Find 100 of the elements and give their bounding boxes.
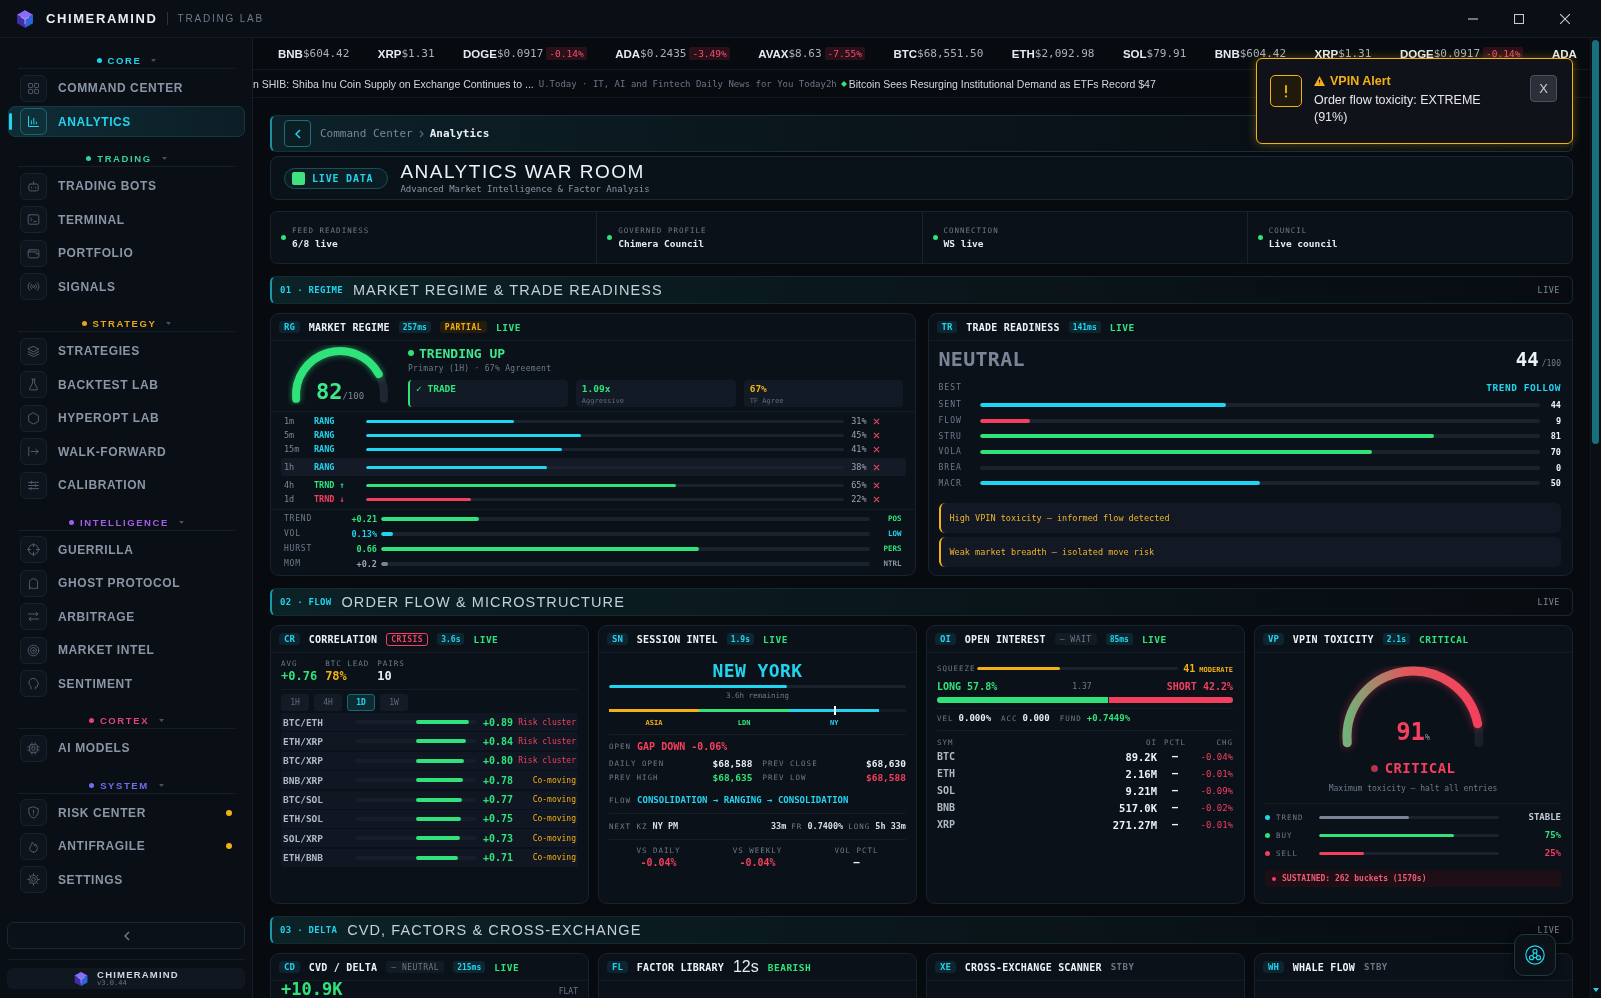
table-cell-text: 9.21M bbox=[1124, 784, 1157, 797]
card-code-badge: SN bbox=[607, 633, 628, 645]
nav-section-label: INTELLIGENCE bbox=[80, 516, 169, 528]
timeframe-row[interactable]: 15m RANG 41% bbox=[281, 442, 906, 456]
table-cell-text: ETH bbox=[937, 768, 957, 779]
dismiss-button[interactable]: X bbox=[1530, 75, 1557, 102]
nav-item[interactable]: COMMAND CENTER bbox=[8, 72, 245, 104]
nav-item[interactable]: RISK CENTER bbox=[8, 797, 245, 828]
timeframe-row[interactable]: 1m RANG 31% bbox=[281, 414, 906, 428]
swap-arrows-icon bbox=[20, 603, 47, 630]
breadcrumb-link[interactable]: Command Center bbox=[320, 127, 413, 140]
status-value: Live council bbox=[1268, 238, 1338, 249]
status-tag: — NEUTRAL bbox=[386, 961, 445, 973]
nav-item[interactable]: WALK-FORWARD bbox=[8, 436, 245, 467]
caret-down-icon bbox=[151, 59, 157, 62]
timeframe-tab[interactable]: 1H bbox=[281, 694, 309, 711]
score-value: 82 bbox=[315, 379, 343, 404]
live-status: LIVE bbox=[1141, 633, 1167, 645]
table-cell-text: -0.04% bbox=[1199, 751, 1233, 762]
back-button[interactable] bbox=[284, 120, 311, 147]
scrollbar[interactable] bbox=[1590, 38, 1601, 998]
nav-item[interactable]: ANTIFRAGILE bbox=[8, 830, 245, 862]
chevron-left-icon bbox=[294, 128, 301, 139]
pair-name: BNB/XRP bbox=[283, 774, 325, 786]
timeframe-label: 15m bbox=[284, 444, 301, 454]
timeframe-row[interactable]: 5m RANG 45% bbox=[281, 428, 906, 442]
network-icon bbox=[1525, 945, 1545, 965]
nav-item[interactable]: SETTINGS bbox=[8, 864, 245, 895]
network-button[interactable] bbox=[1514, 934, 1556, 976]
squeeze-score: 41 bbox=[1183, 662, 1196, 674]
live-status: LIVE bbox=[763, 633, 788, 645]
section-code: 01 · REGIME bbox=[280, 285, 343, 295]
correlation-value: +0.80 bbox=[481, 755, 513, 767]
regime-label: RANG bbox=[314, 444, 336, 454]
stat-value: 10 bbox=[377, 669, 393, 683]
timeframe-tab[interactable]: 1W bbox=[380, 694, 408, 711]
nav-item[interactable]: STRATEGIES bbox=[8, 335, 245, 367]
sustained-text: SUSTAINED: 262 buckets (1570s) bbox=[1282, 874, 1427, 883]
ticker-symbol: XRP bbox=[1314, 47, 1339, 60]
nav-item[interactable]: MARKET INTEL bbox=[8, 634, 245, 666]
page-subtitle: Advanced Market Intelligence & Factor Analysis bbox=[400, 183, 650, 195]
card-title: WHALE FLOW bbox=[1292, 961, 1356, 973]
radar-icon bbox=[20, 636, 47, 664]
status-dot-icon bbox=[1265, 814, 1270, 820]
card-code-badge: VP bbox=[1263, 633, 1284, 645]
maximize-button[interactable] bbox=[1514, 13, 1524, 24]
nav-section-label: CORE bbox=[107, 55, 142, 66]
nav-item[interactable]: ARBITRAGE bbox=[8, 601, 245, 632]
table-cell-text: 517.0K bbox=[1118, 801, 1157, 814]
terminal-icon bbox=[20, 206, 47, 233]
status-dot-icon bbox=[607, 235, 613, 240]
nav-item[interactable]: GHOST PROTOCOL bbox=[8, 567, 245, 599]
sliders-icon bbox=[20, 471, 47, 499]
live-status: LIVE bbox=[473, 633, 499, 645]
pair-name: BTC/XRP bbox=[283, 755, 325, 767]
card-title: MARKET REGIME bbox=[308, 321, 390, 333]
nav-item[interactable]: TRADING BOTS bbox=[8, 170, 245, 202]
card-title: SESSION INTEL bbox=[636, 633, 718, 645]
nav-item[interactable]: AI MODELS bbox=[8, 732, 245, 764]
ticker-price: $1.31 bbox=[401, 47, 435, 60]
ticker-price: $8.63 bbox=[788, 47, 822, 60]
scroll-down-arrow-icon[interactable] bbox=[1593, 988, 1599, 992]
news-headline[interactable]: Bitcoin Sees Resurging Institutional Demand as ETFs Record $47 bbox=[848, 77, 1156, 90]
card-title: FACTOR LIBRARY bbox=[636, 961, 724, 973]
timeframe-row[interactable]: 4h TRND ↑ 65% bbox=[281, 478, 906, 492]
scrollbar-thumb[interactable] bbox=[1592, 40, 1599, 444]
nav-item[interactable]: PORTFOLIO bbox=[8, 237, 245, 269]
pair-note: Co-moving bbox=[531, 795, 576, 805]
factor-label: HURST bbox=[284, 544, 314, 553]
nav-item[interactable]: CALIBRATION bbox=[8, 469, 245, 501]
timeframe-tab[interactable]: 4H bbox=[314, 694, 342, 711]
close-button[interactable] bbox=[1560, 13, 1570, 24]
nav-item[interactable]: GUERRILLA bbox=[8, 534, 245, 565]
correlation-value: +0.77 bbox=[481, 794, 513, 806]
table-cell-text: — bbox=[1171, 819, 1179, 830]
long-short-ratio: 1.37 bbox=[1072, 681, 1092, 691]
card-title: CVD / DELTA bbox=[308, 961, 378, 973]
nav-item[interactable]: TERMINAL bbox=[8, 204, 245, 235]
section-status: LIVE bbox=[1537, 925, 1560, 935]
nav-item[interactable]: ANALYTICS bbox=[8, 106, 245, 137]
nav-item[interactable]: SIGNALS bbox=[8, 271, 245, 302]
component-label: MACR bbox=[938, 478, 963, 488]
ticker-symbol: BNB bbox=[278, 47, 303, 60]
status-value: WS live bbox=[943, 238, 985, 249]
alert-message: Order flow toxicity: EXTREME (91%) bbox=[1314, 92, 1482, 126]
correlation-value: +0.78 bbox=[481, 774, 513, 786]
compare-value: — bbox=[853, 857, 860, 868]
nav-item[interactable]: SENTIMENT bbox=[8, 668, 245, 699]
table-cell-text: BTC bbox=[937, 751, 957, 762]
timeframe-row[interactable]: 1d TRND ↓ 22% bbox=[281, 492, 906, 506]
news-headline[interactable]: n SHIB: Shiba Inu Coin Supply on Exchange Continues to ... bbox=[253, 77, 534, 90]
nav-item[interactable]: HYPEROPT LAB bbox=[8, 402, 245, 434]
status-value: 6/8 live bbox=[292, 238, 339, 249]
pair-name: BTC/ETH bbox=[283, 716, 325, 728]
timeframe-row[interactable]: 1h RANG 38% bbox=[281, 458, 906, 476]
tile-value: 1.09x bbox=[581, 383, 611, 395]
factor-value: +0.2 bbox=[355, 558, 377, 569]
timeframe-tab[interactable]: 1D bbox=[347, 694, 375, 711]
nav-item[interactable]: BACKTEST LAB bbox=[8, 369, 245, 400]
breadcrumb-link[interactable]: Analytics bbox=[429, 127, 490, 140]
